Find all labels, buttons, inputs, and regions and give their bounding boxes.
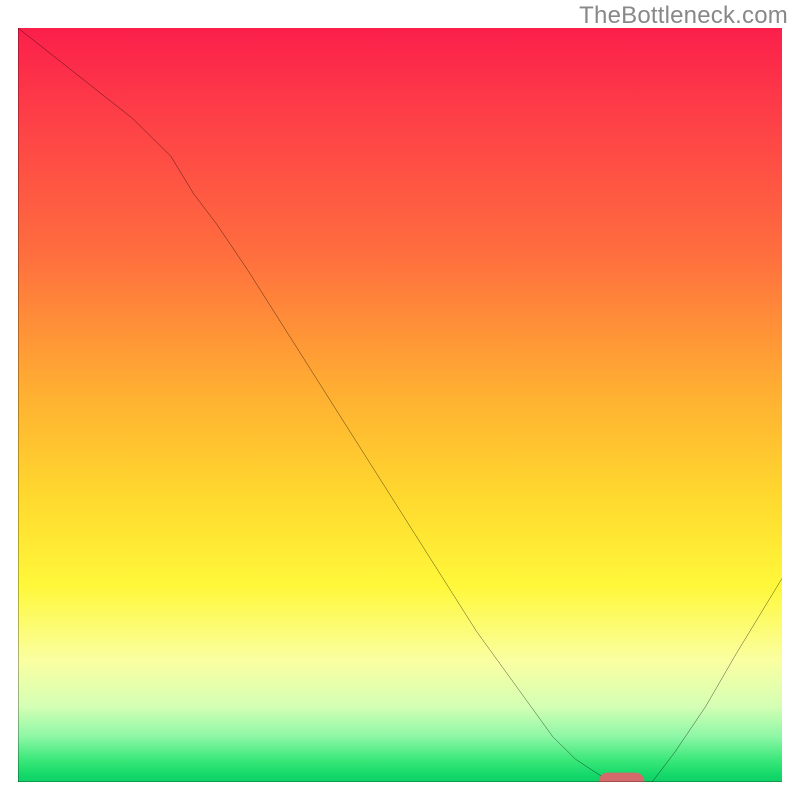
bottleneck-curve xyxy=(18,28,782,782)
plot-frame xyxy=(18,28,782,782)
chart-container: TheBottleneck.com xyxy=(0,0,800,800)
chart-overlay xyxy=(18,28,782,782)
optimal-marker xyxy=(599,773,645,782)
watermark-text: TheBottleneck.com xyxy=(579,2,788,30)
